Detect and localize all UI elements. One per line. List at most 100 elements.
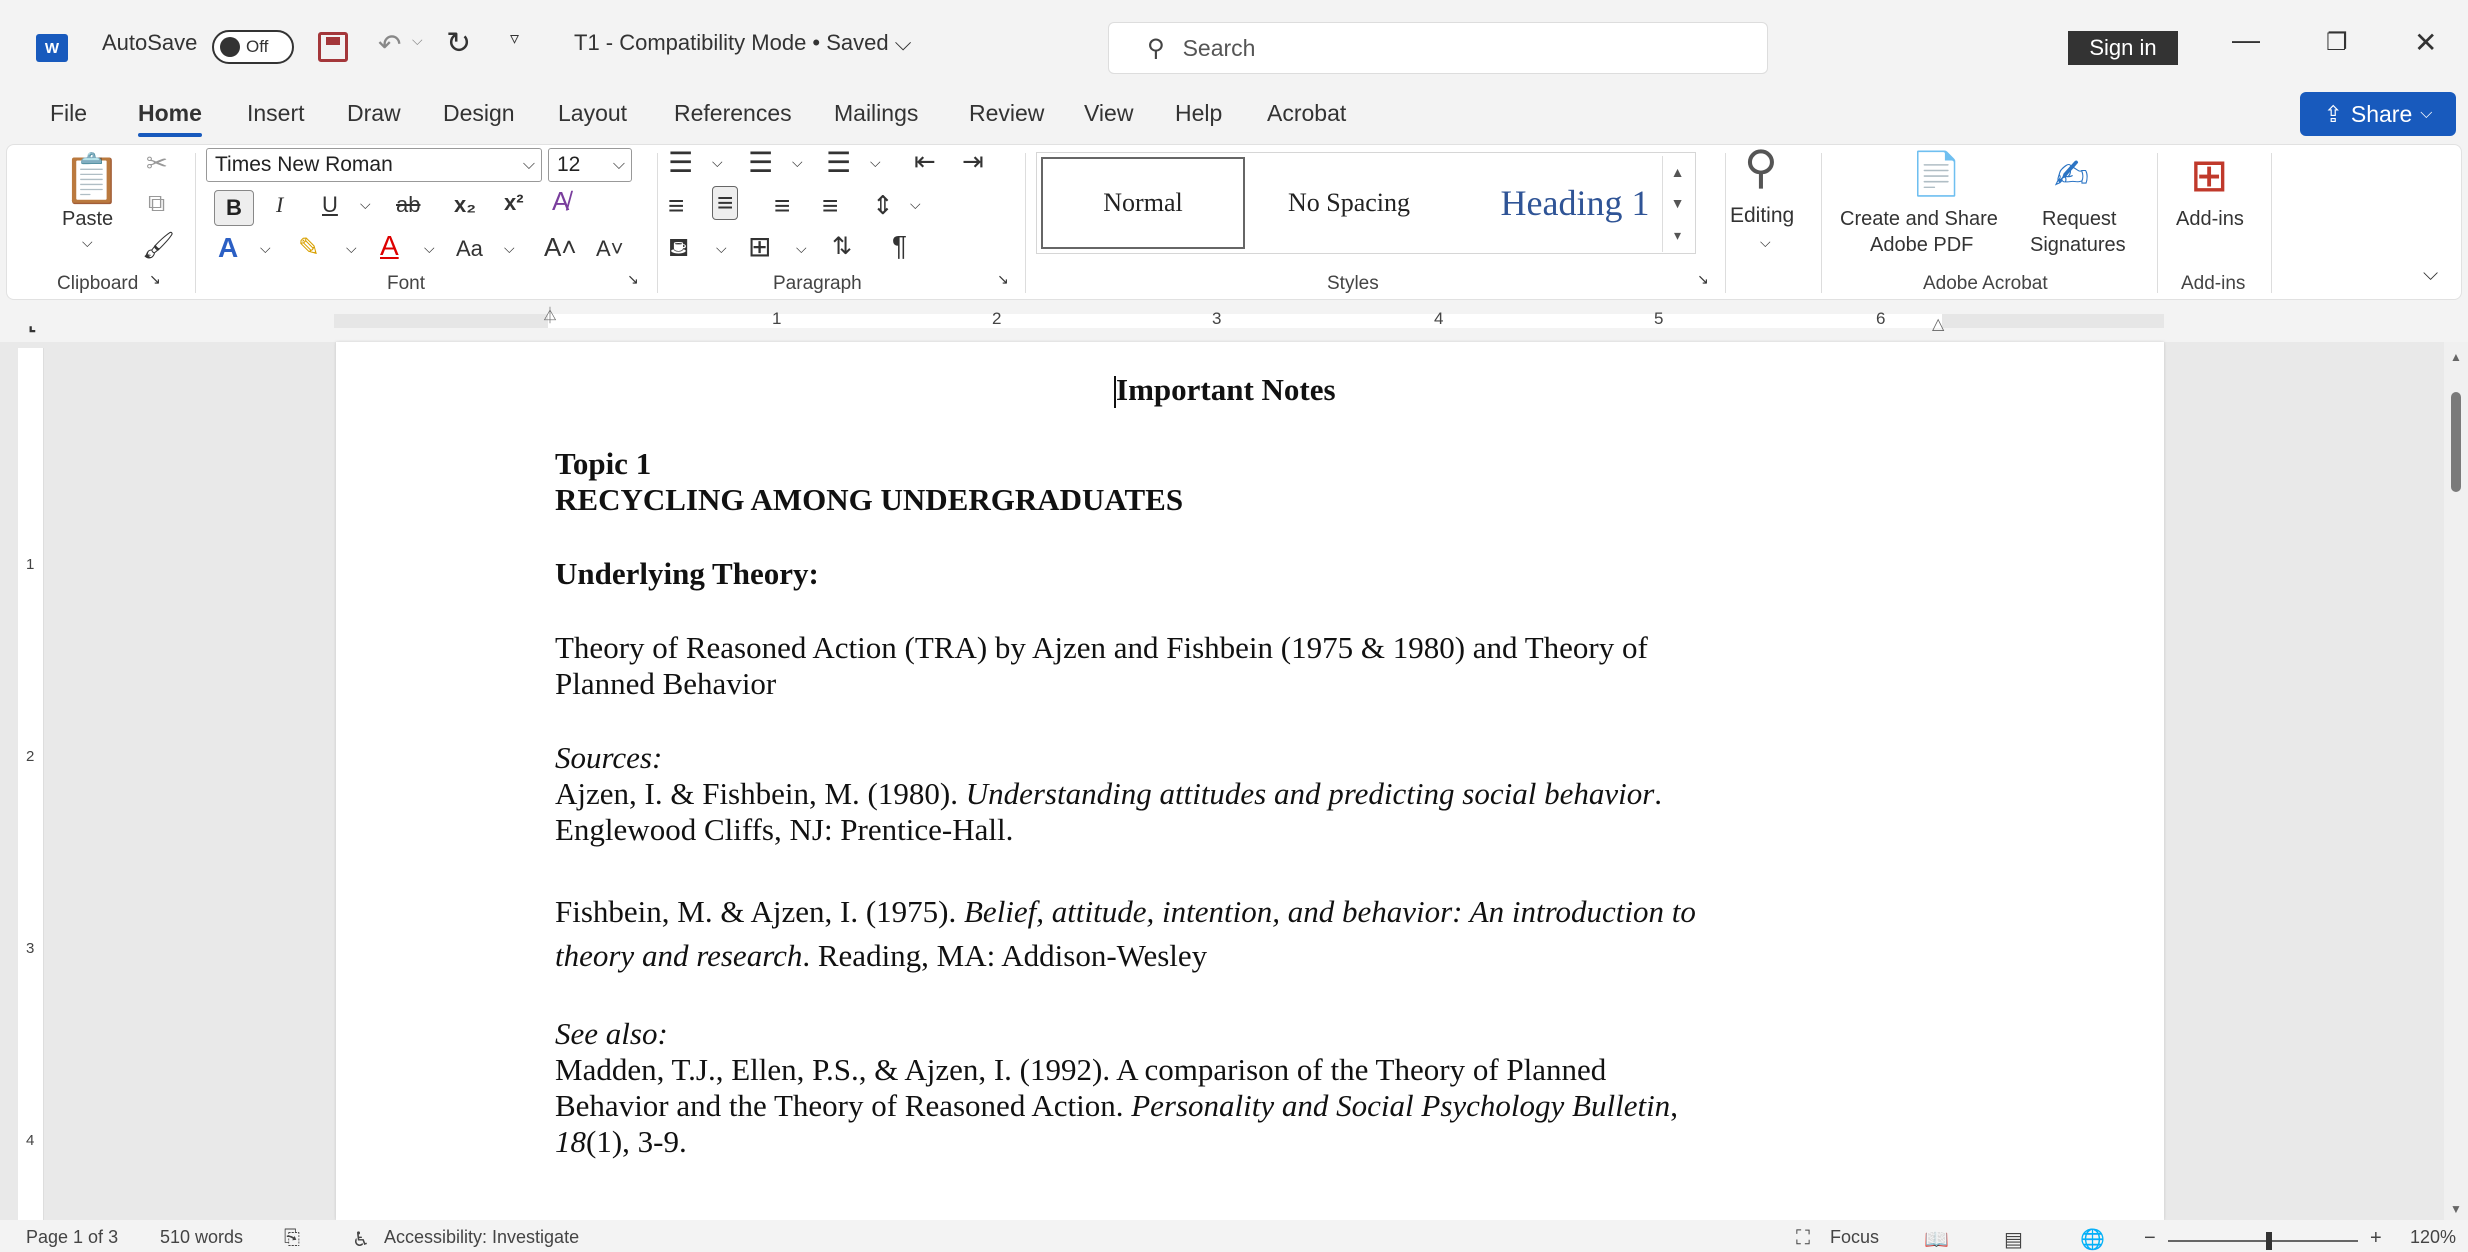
tab-selector-icon[interactable]: ⌞	[28, 314, 36, 335]
align-center-icon[interactable]: ≡	[712, 186, 739, 220]
bullets-icon[interactable]: ☰	[668, 146, 693, 179]
request-signatures-icon[interactable]: ✍	[2054, 150, 2089, 199]
clipboard-paste-icon[interactable]: 📋	[62, 150, 122, 207]
tab-view[interactable]: View	[1084, 100, 1133, 127]
paste-dropdown-icon[interactable]: ⌵	[82, 234, 93, 251]
numbering-icon[interactable]: ☰	[748, 146, 773, 179]
font-launcher-icon[interactable]: ↘	[627, 271, 639, 288]
editing-dropdown-icon[interactable]: ⌵	[1760, 234, 1771, 251]
highlight-icon[interactable]: ✎	[298, 232, 320, 263]
zoom-in-icon[interactable]: +	[2370, 1227, 2382, 1250]
page-count[interactable]: Page 1 of 3	[26, 1227, 118, 1248]
create-pdf-icon[interactable]: 📄	[1910, 150, 1962, 199]
sort-icon[interactable]: ⇅	[832, 232, 852, 261]
tab-design[interactable]: Design	[443, 100, 515, 127]
tab-draw[interactable]: Draw	[347, 100, 401, 127]
read-mode-icon[interactable]: 📖	[1924, 1227, 1949, 1252]
styles-down-icon[interactable]: ▼	[1671, 195, 1685, 211]
save-icon[interactable]	[318, 32, 348, 62]
copy-icon[interactable]: ⧉	[148, 190, 165, 218]
decrease-indent-icon[interactable]: ⇤	[914, 146, 936, 177]
print-layout-icon[interactable]: ▤	[2004, 1227, 2023, 1252]
tab-mailings[interactable]: Mailings	[834, 100, 918, 127]
subscript-button[interactable]: x₂	[454, 192, 476, 218]
tab-home[interactable]: Home	[138, 100, 202, 137]
style-no-spacing[interactable]: No Spacing	[1249, 153, 1449, 253]
horizontal-ruler[interactable]	[334, 314, 2164, 328]
numbering-dropdown-icon[interactable]: ⌵	[792, 154, 803, 171]
superscript-button[interactable]: x²	[504, 190, 524, 216]
font-size-select[interactable]: 12 ⌵	[548, 148, 632, 182]
line-spacing-icon[interactable]: ⇕	[872, 190, 894, 221]
show-formatting-icon[interactable]: ¶	[892, 230, 907, 262]
borders-icon[interactable]: ⊞	[748, 230, 771, 263]
align-left-icon[interactable]: ≡	[668, 190, 684, 222]
tab-review[interactable]: Review	[969, 100, 1044, 127]
line-spacing-dropdown-icon[interactable]: ⌵	[910, 196, 921, 213]
multilevel-list-icon[interactable]: ☰	[826, 146, 851, 179]
create-share-pdf-line2[interactable]: Adobe PDF	[1870, 234, 1973, 257]
tab-insert[interactable]: Insert	[247, 100, 305, 127]
autosave-toggle[interactable]: Off	[212, 30, 294, 64]
styles-up-icon[interactable]: ▲	[1671, 164, 1685, 180]
indent-marker-icon[interactable]: ⏃	[542, 302, 558, 326]
undo-icon[interactable]: ↶	[378, 28, 401, 61]
zoom-out-icon[interactable]: −	[2144, 1227, 2156, 1250]
share-button[interactable]: ⇪ Share ⌵	[2300, 92, 2456, 136]
cut-icon[interactable]: ✂	[146, 148, 168, 179]
focus-label[interactable]: Focus	[1830, 1227, 1879, 1248]
minimize-icon[interactable]: —	[2232, 24, 2260, 56]
accessibility-status[interactable]: Accessibility: Investigate	[384, 1227, 579, 1248]
close-icon[interactable]: ✕	[2414, 26, 2437, 59]
bold-button[interactable]: B	[214, 190, 254, 226]
clipboard-launcher-icon[interactable]: ↘	[149, 271, 161, 288]
clear-formatting-icon[interactable]: A̸	[552, 186, 569, 217]
vertical-scrollbar[interactable]: ▲ ▼	[2444, 342, 2468, 1220]
text-effects-icon[interactable]: A	[218, 232, 238, 264]
justify-icon[interactable]: ≡	[822, 190, 838, 222]
collapse-ribbon-icon[interactable]: ⌵	[2423, 263, 2438, 286]
style-normal[interactable]: Normal	[1041, 157, 1245, 249]
create-share-pdf-line1[interactable]: Create and Share	[1840, 208, 1998, 231]
request-signatures-line1[interactable]: Request	[2042, 208, 2117, 231]
restore-icon[interactable]: ❐	[2326, 28, 2348, 57]
request-signatures-line2[interactable]: Signatures	[2030, 234, 2126, 257]
change-case-button[interactable]: Aa	[456, 236, 483, 262]
scrollbar-thumb[interactable]	[2451, 392, 2461, 492]
customize-toolbar-icon[interactable]: ▿	[510, 28, 519, 49]
tab-file[interactable]: File	[50, 100, 87, 127]
underline-button[interactable]: U	[322, 192, 338, 218]
word-count[interactable]: 510 words	[160, 1227, 243, 1248]
addins-button[interactable]: Add-ins	[2176, 208, 2244, 231]
text-effects-dropdown-icon[interactable]: ⌵	[260, 240, 271, 257]
tab-acrobat[interactable]: Acrobat	[1267, 100, 1346, 127]
bullets-dropdown-icon[interactable]: ⌵	[712, 154, 723, 171]
format-painter-icon[interactable]: 🖌	[142, 230, 175, 261]
multilevel-dropdown-icon[interactable]: ⌵	[870, 154, 881, 171]
zoom-slider[interactable]	[2168, 1240, 2358, 1242]
proofing-icon[interactable]: ⎘	[284, 1227, 300, 1250]
sign-in-button[interactable]: Sign in	[2068, 31, 2178, 65]
font-color-icon[interactable]: A	[380, 230, 399, 262]
align-right-icon[interactable]: ≡	[774, 190, 790, 222]
italic-button[interactable]: I	[276, 192, 283, 218]
zoom-slider-thumb[interactable]	[2266, 1232, 2272, 1250]
strikethrough-button[interactable]: ab	[396, 192, 420, 218]
styles-scroll[interactable]: ▲ ▼ ▾	[1662, 156, 1692, 252]
shrink-font-button[interactable]: A˅	[596, 236, 624, 262]
shading-icon[interactable]: ⛾	[668, 232, 689, 267]
underline-dropdown-icon[interactable]: ⌵	[360, 196, 371, 213]
font-name-select[interactable]: Times New Roman ⌵	[206, 148, 542, 182]
borders-dropdown-icon[interactable]: ⌵	[796, 240, 807, 257]
grow-font-button[interactable]: A˄	[544, 232, 577, 263]
editing-button[interactable]: Editing	[1730, 204, 1794, 228]
focus-icon[interactable]: ⛶	[1796, 1227, 1810, 1250]
undo-dropdown-icon[interactable]: ⌵	[412, 32, 423, 49]
shading-dropdown-icon[interactable]: ⌵	[716, 240, 727, 257]
tab-layout[interactable]: Layout	[558, 100, 627, 127]
web-layout-icon[interactable]: 🌐	[2080, 1227, 2105, 1252]
change-case-dropdown-icon[interactable]: ⌵	[504, 240, 515, 257]
document-page[interactable]: Important Notes Topic 1 RECYCLING AMONG …	[336, 342, 2164, 1220]
styles-more-icon[interactable]: ▾	[1674, 227, 1681, 244]
redo-icon[interactable]: ↻	[446, 26, 471, 61]
